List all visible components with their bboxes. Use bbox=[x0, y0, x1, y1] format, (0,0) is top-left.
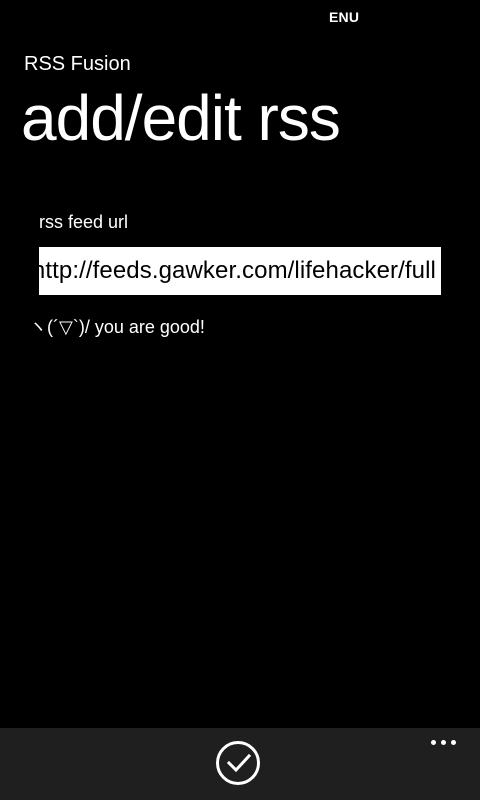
language-indicator: ENU bbox=[329, 9, 360, 25]
more-options-button[interactable] bbox=[431, 740, 459, 748]
validation-message: ヽ(´▽`)/ you are good! bbox=[29, 317, 205, 337]
ellipsis-dot-icon bbox=[451, 740, 456, 745]
rss-feed-url-input[interactable]: http://feeds.gawker.com/lifehacker/full bbox=[39, 247, 441, 295]
status-bar: ENU bbox=[0, 0, 480, 34]
ellipsis-dot-icon bbox=[431, 740, 436, 745]
checkmark-icon bbox=[227, 753, 251, 773]
save-button[interactable] bbox=[216, 741, 260, 785]
screen: ENU RSS Fusion add/edit rss rss feed url… bbox=[0, 0, 480, 800]
rss-feed-url-label: rss feed url bbox=[39, 212, 129, 232]
rss-feed-url-value: http://feeds.gawker.com/lifehacker/full bbox=[39, 257, 436, 284]
application-bar bbox=[0, 728, 480, 800]
app-title: RSS Fusion bbox=[24, 53, 131, 75]
ellipsis-dot-icon bbox=[441, 740, 446, 745]
page-title: add/edit rss bbox=[21, 82, 341, 154]
